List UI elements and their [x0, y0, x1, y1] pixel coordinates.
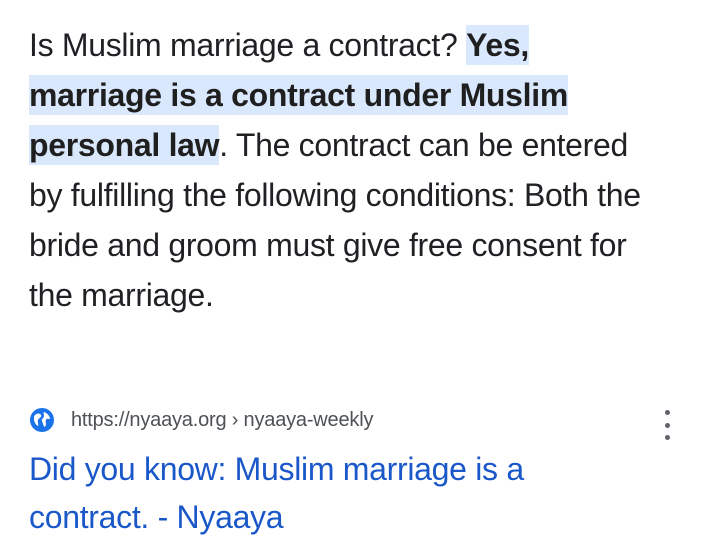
result-title-link[interactable]: Did you know: Muslim marriage is a contr…: [29, 445, 649, 541]
globe-icon: [29, 407, 55, 433]
source-url[interactable]: https://nyaaya.org › nyaaya-weekly: [71, 409, 373, 432]
dot: [664, 410, 670, 415]
source-attribution[interactable]: https://nyaaya.org › nyaaya-weekly: [29, 404, 373, 436]
snippet-lead: Is Muslim marriage a contract?: [29, 27, 467, 63]
more-options-icon[interactable]: [656, 410, 678, 440]
featured-snippet-text: Is Muslim marriage a contract? Yes, marr…: [29, 20, 669, 320]
dot: [664, 435, 670, 440]
dot: [664, 422, 670, 428]
